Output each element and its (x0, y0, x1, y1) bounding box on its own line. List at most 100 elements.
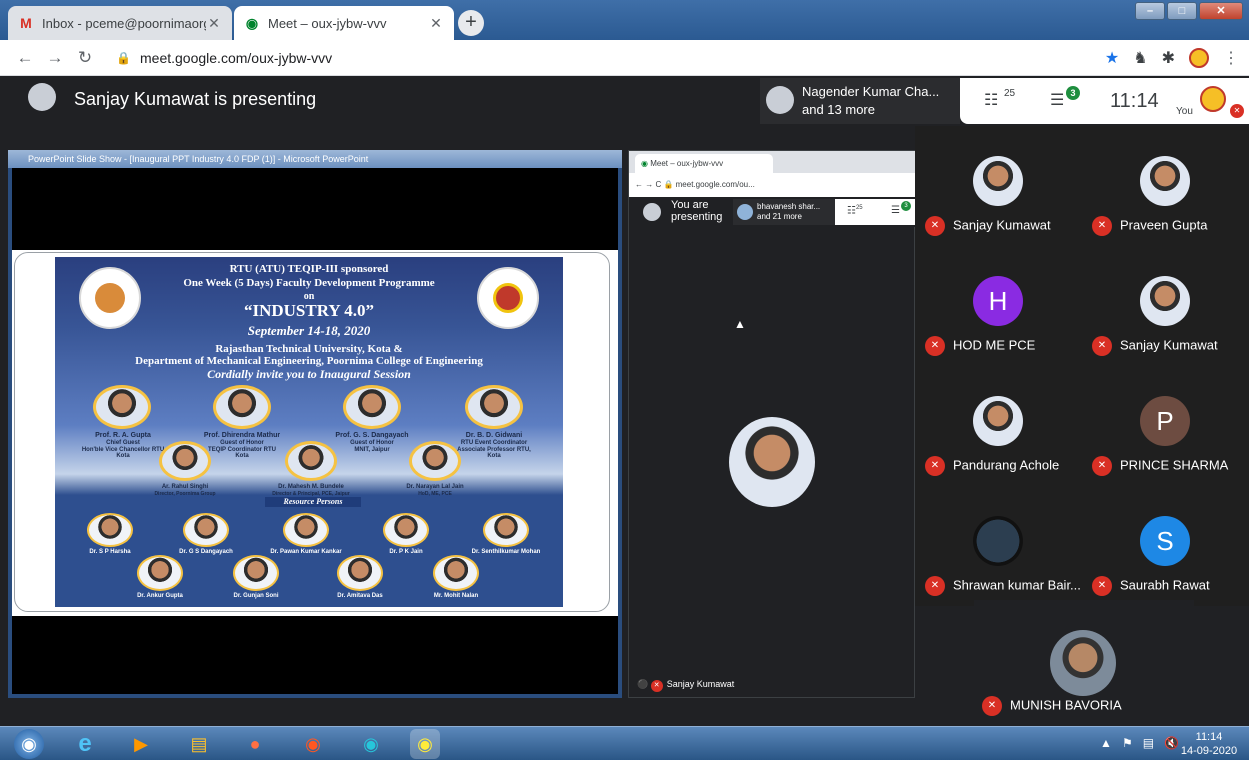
people-icon[interactable]: ☷ (984, 90, 998, 110)
nested-presenter-photo (729, 417, 815, 507)
menu-dots-icon[interactable]: ⋮ (1223, 48, 1239, 68)
clock-time: 11:14 (1195, 731, 1223, 743)
participant-avatar (766, 86, 794, 114)
maximize-button[interactable]: □ (1167, 2, 1197, 20)
chat-icon[interactable]: ☰ (1050, 90, 1064, 110)
guest-org: Hon'ble Vice Chancellor RTU Kota (81, 447, 165, 459)
participant-tile[interactable]: H ✕ HOD ME PCE (915, 246, 1082, 366)
new-tab-button[interactable]: + (458, 10, 484, 36)
internet-explorer-icon[interactable]: e (70, 729, 100, 759)
tab-meet[interactable]: ◉ Meet – oux-jybw-vvv ✕ (234, 6, 454, 40)
edge-icon[interactable]: ◉ (356, 729, 386, 759)
participant-tile[interactable]: P ✕ PRINCE SHARMA (1082, 366, 1249, 486)
profile-avatar[interactable] (1189, 48, 1209, 68)
nested-tab-title: Meet – oux-jybw-vvv (650, 159, 724, 168)
slide-content: RTU (ATU) TEQIP-III sponsored One Week (… (55, 257, 563, 607)
nested-people-count: 25 (855, 205, 863, 211)
extension-icon[interactable]: ♞ (1133, 48, 1147, 68)
participant-tile[interactable]: ✕ Sanjay Kumawat (1082, 246, 1249, 366)
meet-icon: ◉ (245, 14, 259, 31)
tray-expand-icon[interactable]: ▲ (1100, 736, 1112, 750)
tab-gmail[interactable]: M Inbox - pceme@poornimaorg - I ✕ (8, 6, 232, 40)
participant-tile[interactable]: S ✕ Saurabh Rawat (1082, 486, 1249, 606)
mic-off-icon: ✕ (1092, 216, 1112, 236)
browser-toolbar: ← → ↻ 🔒 meet.google.com/oux-jybw-vvv ★ ♞… (0, 40, 1249, 76)
slide-event-title: “INDUSTRY 4.0” (243, 301, 375, 320)
close-tab-icon[interactable]: ✕ (428, 15, 444, 32)
screen: M Inbox - pceme@poornimaorg - I ✕ ◉ Meet… (0, 0, 1249, 760)
nested-chat-badge: 3 (901, 201, 911, 211)
participant-name: ✕ Shrawan kumar Bair... (925, 576, 1082, 596)
resource-name: Dr. G S Dangayach (179, 549, 233, 555)
nested-self-avatar (643, 203, 661, 221)
nested-tab-meet[interactable]: ◉ Meet – oux-jybw-vvv (635, 154, 773, 173)
media-player-icon[interactable]: ▶ (126, 729, 156, 759)
participant-avatar (973, 396, 1023, 446)
participant-name-text: Sanjay Kumawat (1120, 337, 1218, 353)
participant-tile[interactable]: ✕ Sanjay Kumawat (915, 126, 1082, 246)
participant-tile[interactable]: ✕ Praveen Gupta (1082, 126, 1249, 246)
toolbar-actions: ★ ♞ ✱ ⋮ (1105, 48, 1239, 68)
bookmark-star-icon[interactable]: ★ (1105, 48, 1119, 68)
resource-name: Dr. P K Jain (389, 549, 423, 555)
participants-chip[interactable]: Nagender Kumar Cha... and 13 more (760, 78, 960, 124)
reload-icon[interactable]: ↻ (70, 48, 100, 68)
resource-photo (183, 513, 229, 547)
resource-name: Dr. S P Harsha (89, 549, 131, 555)
mic-off-icon: ✕ (1092, 456, 1112, 476)
meet-time: 11:14 (1110, 90, 1159, 112)
participant-tile[interactable]: ✕ Pandurang Achole (915, 366, 1082, 486)
minimize-button[interactable]: – (1135, 2, 1165, 20)
participant-avatar (1140, 276, 1190, 326)
close-tab-icon[interactable]: ✕ (206, 15, 222, 32)
chat-icon[interactable]: ☰ (891, 205, 900, 216)
volume-muted-icon[interactable]: 🔇 (1164, 736, 1179, 750)
back-icon[interactable]: ← (10, 48, 40, 68)
participant-tile[interactable]: ✕ MUNISH BAVORIA (974, 600, 1194, 726)
pin-icon[interactable]: ⚫ (637, 679, 651, 689)
resource-name: Dr. Ankur Gupta (137, 593, 183, 599)
guest-name: Prof. R. A. Gupta (95, 432, 151, 439)
mic-off-icon: ✕ (650, 680, 663, 692)
resource-photo (433, 555, 479, 591)
participant-avatar (973, 516, 1023, 566)
network-icon[interactable]: ▤ (1143, 736, 1154, 750)
participant-avatar (737, 204, 753, 220)
app-icon[interactable]: ● (240, 729, 270, 759)
nested-meet-top-bar: You are presenting bhavanesh shar... and … (629, 197, 916, 227)
self-avatar (1200, 86, 1226, 112)
participant-name: ✕ Sanjay Kumawat (1092, 336, 1249, 356)
extensions-puzzle-icon[interactable]: ✱ (1162, 48, 1175, 68)
guest-org: TEQIP Coordinator RTU Kota (208, 447, 276, 459)
close-window-button[interactable]: ✕ (1199, 2, 1243, 20)
guest-name: Prof. Dhirendra Mathur (203, 432, 281, 439)
host-org: Director, Poornima Group (154, 491, 216, 497)
presenter-avatar (28, 83, 56, 111)
participant-name: ✕ Saurabh Rawat (1092, 576, 1249, 596)
mouse-cursor-icon: ▲ (734, 317, 746, 331)
participant-name: ✕ MUNISH BAVORIA (982, 696, 1122, 716)
forward-icon[interactable]: → (40, 48, 70, 68)
slide-line6: Rajasthan Technical University, Kota & (215, 343, 403, 355)
flag-icon[interactable]: ⚑ (1122, 736, 1133, 750)
host-name: Ar. Rahul Singhi (161, 484, 209, 490)
participant-tile[interactable]: ✕ Shrawan kumar Bair... (915, 486, 1082, 606)
firefox-icon[interactable]: ◉ (298, 729, 328, 759)
guest-photo (93, 385, 151, 429)
start-button-icon[interactable]: ◉ (14, 729, 44, 759)
window-controls: – □ ✕ (1135, 2, 1243, 20)
resource-photo (337, 555, 383, 591)
slide-line7: Department of Mechanical Engineering, Po… (135, 355, 483, 367)
mic-off-icon: ✕ (925, 336, 945, 356)
resource-photo (383, 513, 429, 547)
participant-name: ✕ Sanjay Kumawat (925, 216, 1082, 236)
resource-persons-banner: Resource Persons (265, 497, 361, 507)
address-bar[interactable]: 🔒 meet.google.com/oux-jybw-vvv (108, 44, 1168, 72)
nested-participants-chip[interactable]: bhavanesh shar... and 21 more (733, 199, 835, 225)
nested-address-bar[interactable]: ← → C 🔒 meet.google.com/ou... (629, 173, 916, 197)
chrome-icon[interactable]: ◉ (410, 729, 440, 759)
participant-name-text: Praveen Gupta (1120, 217, 1208, 233)
people-icon[interactable]: ☷25 (847, 205, 863, 216)
taskbar-clock[interactable]: 11:14 14-09-2020 (1179, 730, 1239, 758)
file-explorer-icon[interactable]: ▤ (184, 729, 214, 759)
